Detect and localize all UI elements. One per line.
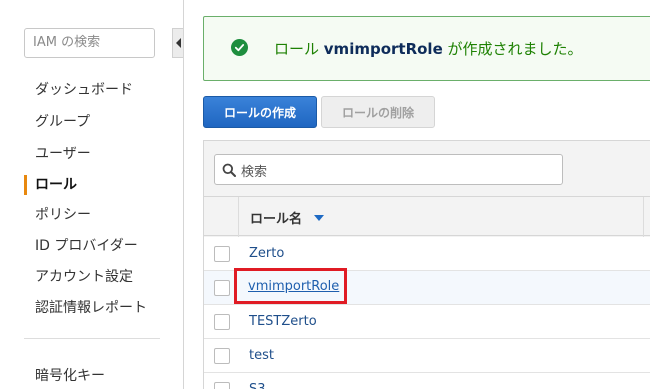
row-checkbox[interactable] <box>214 382 230 389</box>
flash-prefix: ロール <box>274 40 324 58</box>
check-circle-icon <box>231 39 248 56</box>
table-row[interactable]: S3 <box>204 373 650 389</box>
header-separator-right <box>643 197 644 237</box>
role-link[interactable]: TESTZerto <box>249 314 317 329</box>
role-link[interactable]: test <box>249 348 274 363</box>
delete-role-button: ロールの削除 <box>321 96 435 128</box>
create-role-button[interactable]: ロールの作成 <box>203 96 317 128</box>
sidebar-item-dashboard[interactable]: ダッシュボード <box>35 81 133 99</box>
chevron-left-icon <box>176 38 181 48</box>
success-flash-message: ロール vmimportRole が作成されました。 <box>203 16 650 81</box>
role-link-vmimportrole[interactable]: vmimportRole <box>248 279 339 294</box>
role-link[interactable]: S3 <box>249 382 266 389</box>
roles-table: 検索 ロール名 Zerto TESTZerto test S3 <box>203 140 650 389</box>
search-icon <box>222 163 236 177</box>
active-indicator <box>24 175 27 195</box>
table-row[interactable]: test <box>204 339 650 373</box>
sidebar-item-identity-providers[interactable]: ID プロバイダー <box>35 237 138 255</box>
flash-role-name: vmimportRole <box>323 40 443 58</box>
row-checkbox[interactable] <box>214 280 230 296</box>
table-search-input[interactable]: 検索 <box>214 154 563 185</box>
column-header-role-name[interactable]: ロール名 <box>250 208 302 227</box>
sidebar-item-groups[interactable]: グループ <box>35 113 90 131</box>
header-separator <box>238 197 239 237</box>
sidebar-item-users[interactable]: ユーザー <box>35 145 91 163</box>
caret-down-icon[interactable] <box>314 215 324 221</box>
sidebar-item-credential-report[interactable]: 認証情報レポート <box>35 299 147 317</box>
table-row[interactable]: Zerto <box>204 237 650 271</box>
flash-text: ロール vmimportRole が作成されました。 <box>274 38 583 59</box>
row-checkbox[interactable] <box>214 246 230 262</box>
sidebar-divider <box>24 338 160 339</box>
iam-search-input[interactable]: IAM の検索 <box>24 28 155 58</box>
role-link[interactable]: Zerto <box>249 246 284 261</box>
table-row[interactable]: TESTZerto <box>204 305 650 339</box>
row-checkbox[interactable] <box>214 314 230 330</box>
sidebar-item-encryption-keys[interactable]: 暗号化キー <box>35 367 105 385</box>
table-search-placeholder: 検索 <box>241 165 268 180</box>
row-checkbox[interactable] <box>214 348 230 364</box>
flash-suffix: が作成されました。 <box>442 40 583 58</box>
sidebar-item-policies[interactable]: ポリシー <box>35 206 91 224</box>
table-header: ロール名 <box>204 196 650 237</box>
sidebar-item-roles[interactable]: ロール <box>35 176 77 194</box>
sidebar-divider-line <box>183 0 184 389</box>
sidebar: IAM の検索 ダッシュボード グループ ユーザー ロール ポリシー ID プロ… <box>0 0 172 389</box>
sidebar-item-account-settings[interactable]: アカウント設定 <box>35 268 133 286</box>
